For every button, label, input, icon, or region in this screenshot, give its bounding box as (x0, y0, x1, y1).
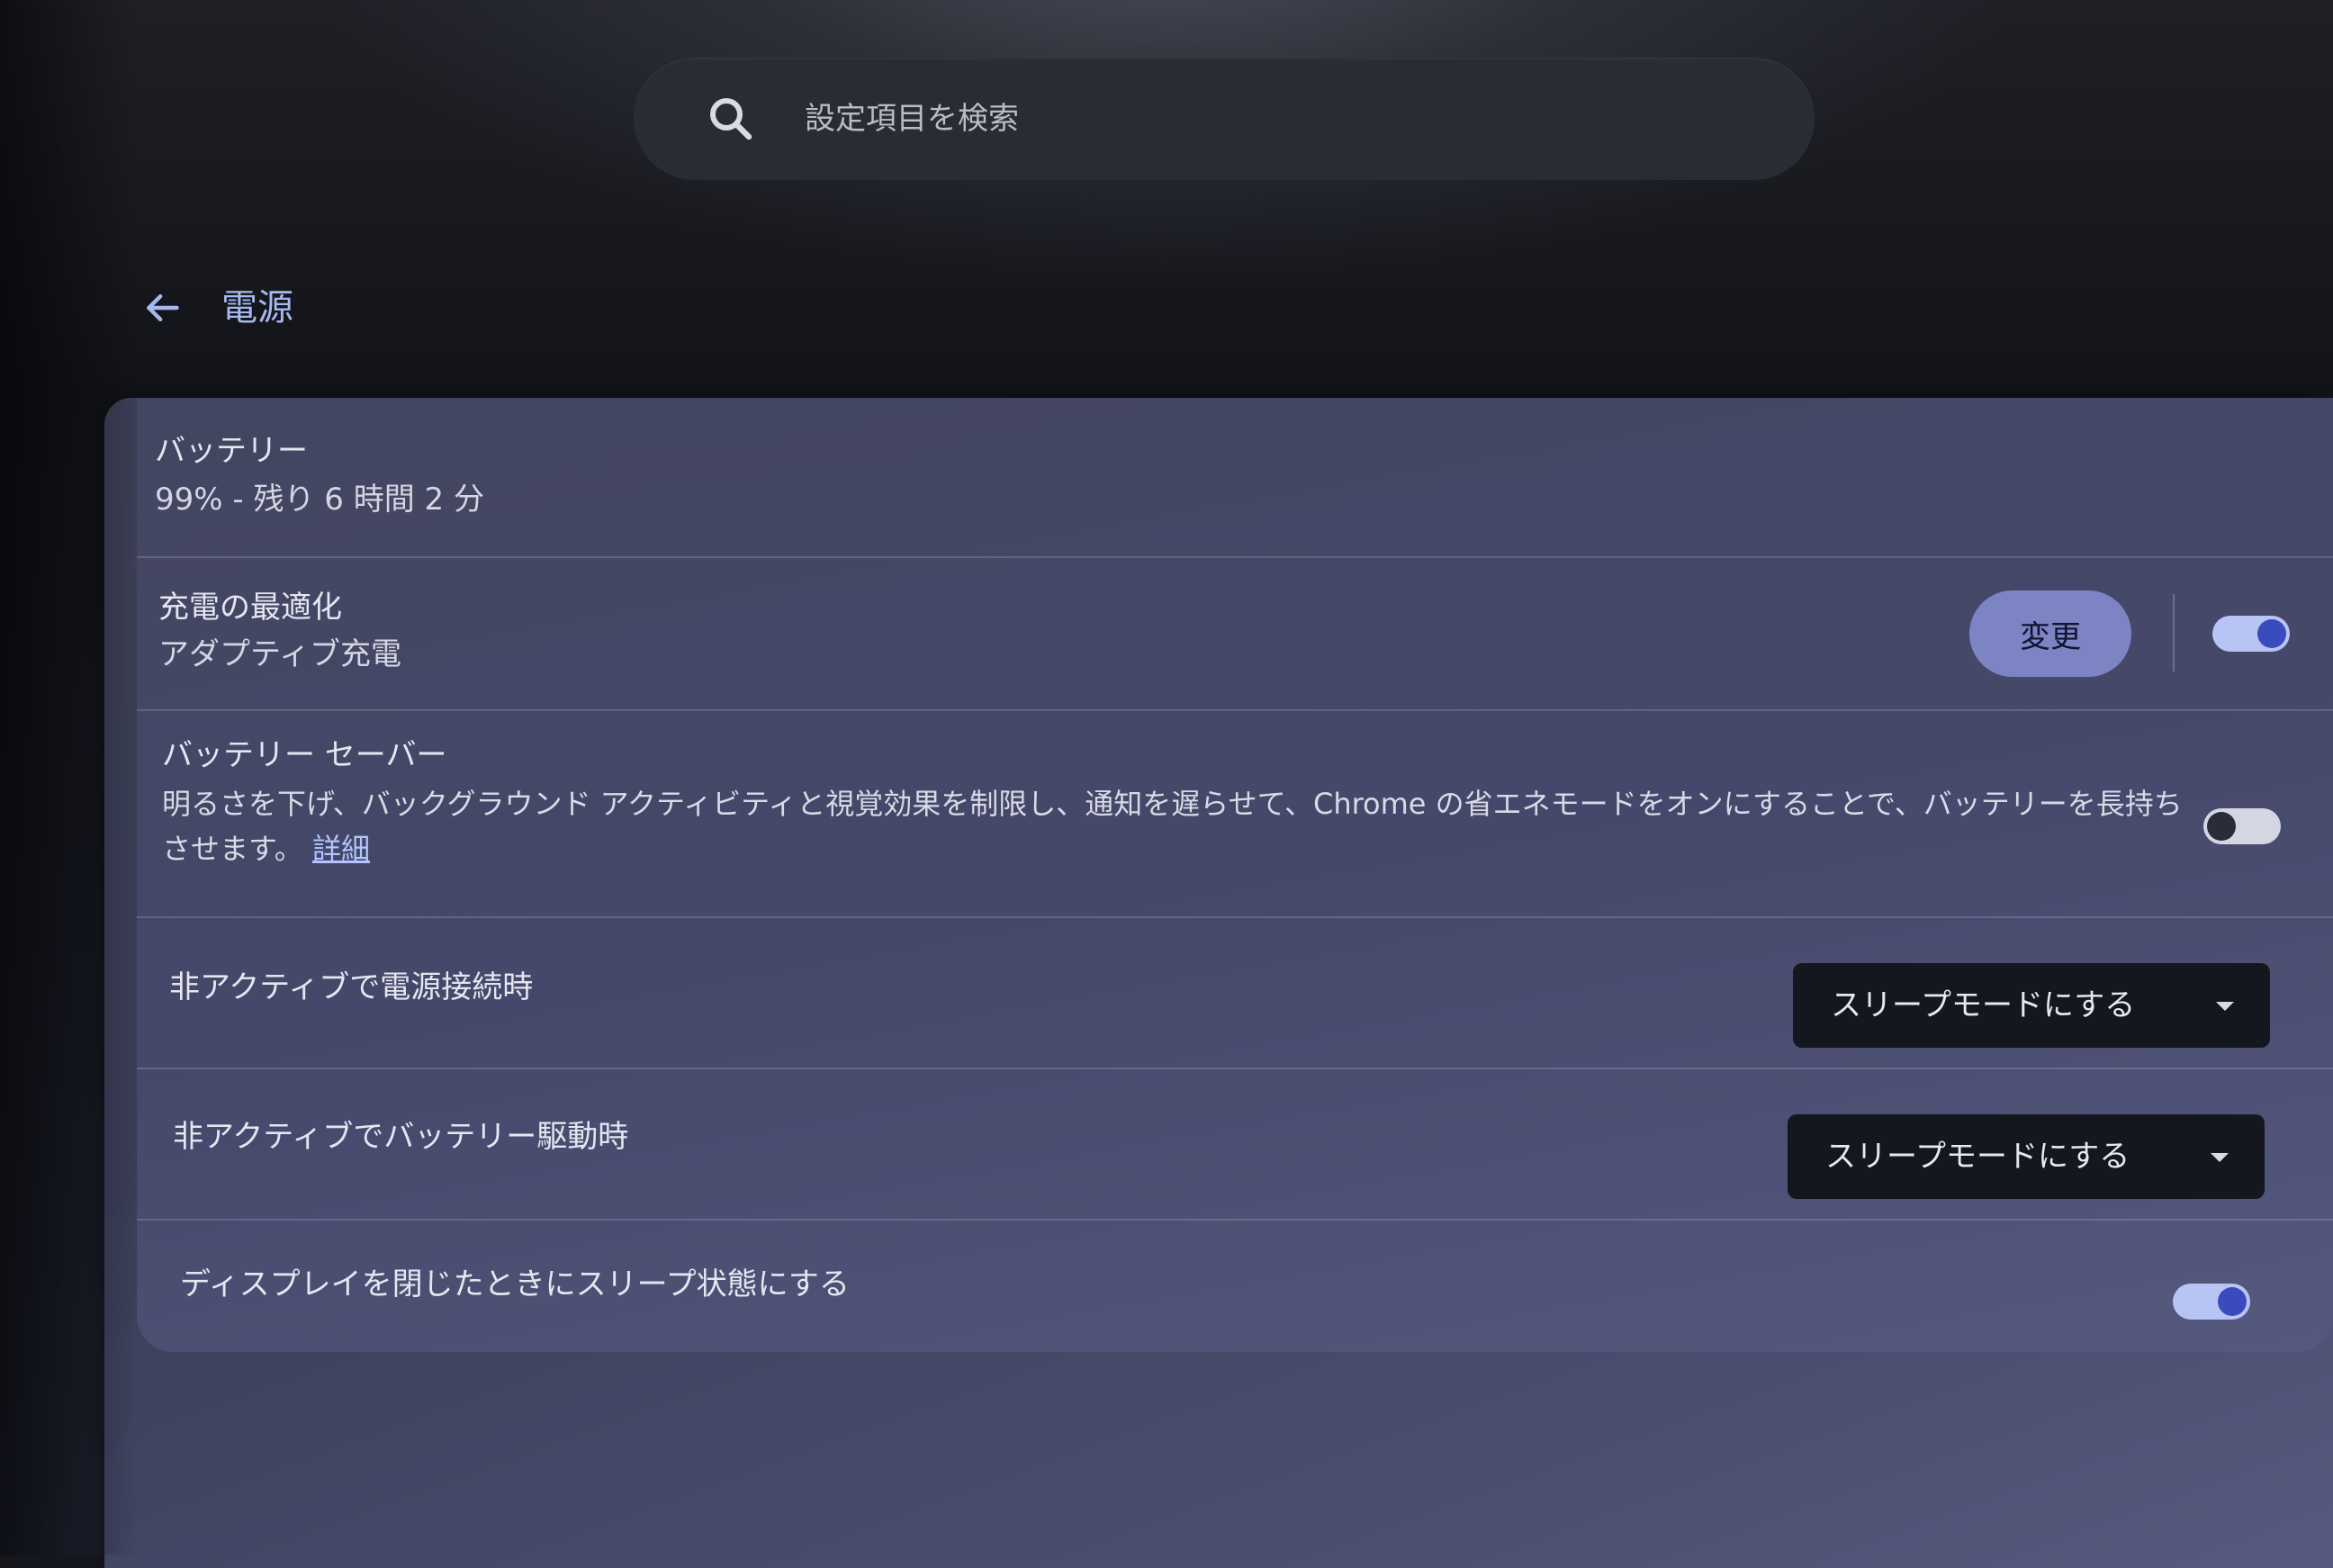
battery-saver-description: 明るさを下げ、バックグラウンド アクティビティと視覚効果を制限し、通知を遅らせて… (162, 781, 2187, 871)
idle-battery-row: 非アクティブでバッテリー駆動時 スリープモードにする (137, 1069, 2333, 1221)
idle-plugged-selected: スリープモードにする (1831, 987, 2136, 1023)
charge-optimization-title: 充電の最適化 (158, 590, 342, 626)
battery-row: バッテリー 99% - 残り 6 時間 2 分 (137, 398, 2333, 558)
battery-saver-toggle[interactable] (2203, 808, 2281, 844)
battery-saver-title: バッテリー セーバー (162, 737, 447, 773)
idle-battery-select[interactable]: スリープモードにする (1788, 1114, 2265, 1199)
toggle-knob (2257, 619, 2286, 648)
search-bar[interactable] (634, 58, 1815, 180)
adaptive-charging-toggle[interactable] (2212, 616, 2290, 652)
arrow-left-icon (147, 293, 179, 322)
learn-more-link[interactable]: 詳細 (312, 832, 370, 866)
battery-status: 99% - 残り 6 時間 2 分 (155, 482, 484, 518)
search-icon (710, 98, 752, 140)
battery-saver-row: バッテリー セーバー 明るさを下げ、バックグラウンド アクティビティと視覚効果を… (137, 711, 2333, 918)
divider (2173, 594, 2175, 671)
idle-plugged-title: 非アクティブで電源接続時 (169, 969, 534, 1005)
lid-sleep-row: ディスプレイを閉じたときにスリープ状態にする (137, 1221, 2333, 1352)
toggle-knob (2207, 812, 2236, 841)
charge-optimization-subtitle: アダプティブ充電 (158, 636, 401, 672)
search-input[interactable] (805, 85, 1750, 153)
lid-sleep-title: ディスプレイを閉じたときにスリープ状態にする (180, 1266, 850, 1302)
settings-list: バッテリー 99% - 残り 6 時間 2 分 充電の最適化 アダプティブ充電 … (137, 398, 2333, 1352)
chevron-down-icon (2216, 1002, 2234, 1011)
charge-optimization-row: 充電の最適化 アダプティブ充電 変更 (137, 558, 2333, 711)
power-settings-card: バッテリー 99% - 残り 6 時間 2 分 充電の最適化 アダプティブ充電 … (104, 398, 2333, 1568)
battery-title: バッテリー (155, 433, 308, 469)
chevron-down-icon (2211, 1153, 2229, 1162)
lid-sleep-toggle[interactable] (2173, 1284, 2250, 1320)
change-button[interactable]: 変更 (1969, 590, 2131, 677)
back-button[interactable] (135, 281, 189, 335)
battery-saver-description-text: 明るさを下げ、バックグラウンド アクティビティと視覚効果を制限し、通知を遅らせて… (162, 787, 2183, 866)
settings-screen: 電源 バッテリー 99% - 残り 6 時間 2 分 充電の最適化 アダプティブ… (0, 0, 2333, 1568)
idle-battery-selected: スリープモードにする (1825, 1139, 2130, 1175)
idle-plugged-select[interactable]: スリープモードにする (1793, 963, 2270, 1048)
toggle-knob (2218, 1287, 2247, 1316)
page-title: 電源 (221, 287, 293, 329)
idle-plugged-row: 非アクティブで電源接続時 スリープモードにする (137, 918, 2333, 1069)
idle-battery-title: 非アクティブでバッテリー駆動時 (173, 1119, 629, 1155)
